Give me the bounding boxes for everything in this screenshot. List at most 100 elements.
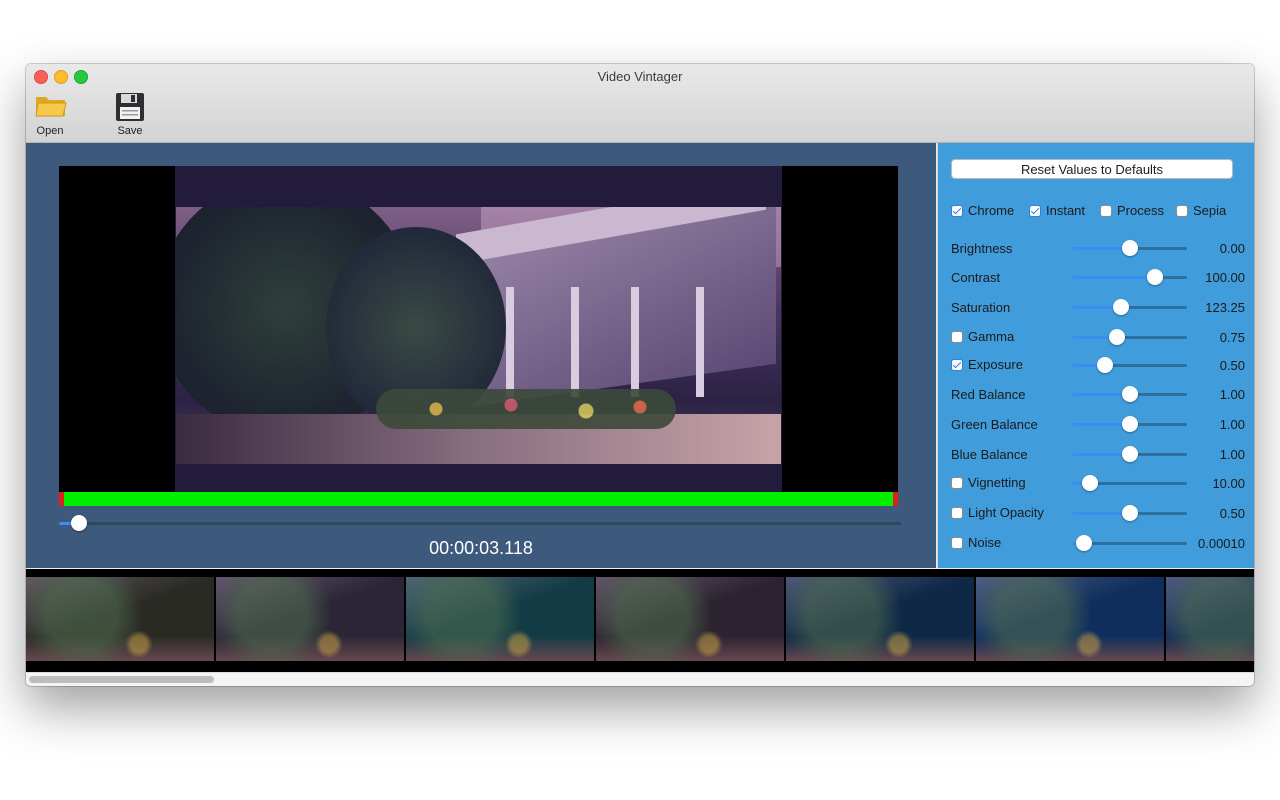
slider-thumb[interactable] <box>1112 299 1129 315</box>
thumbnail-image <box>596 577 784 661</box>
open-button[interactable]: Open <box>26 90 80 140</box>
preset-thumbnail[interactable] <box>26 571 214 671</box>
checkbox-box[interactable] <box>951 358 963 371</box>
light-opacity-label: Light Opacity <box>968 505 1044 520</box>
light-opacity-checkbox[interactable]: Light Opacity <box>951 505 1044 520</box>
noise-label: Noise <box>968 535 1002 550</box>
noise-slider[interactable] <box>1073 534 1187 552</box>
slider-thumb[interactable] <box>1109 329 1126 345</box>
contrast-slider[interactable] <box>1073 268 1187 286</box>
open-label: Open <box>36 125 64 137</box>
timecode-display: 00:00:03.118 <box>429 538 533 558</box>
thumbnail-image <box>786 577 974 661</box>
slider-thumb[interactable] <box>1122 446 1138 462</box>
red-balance-value: 1.00 <box>1219 387 1245 402</box>
preset-thumbnail[interactable] <box>216 571 404 671</box>
thumbnail-image <box>406 577 594 661</box>
blue-balance-label: Blue Balance <box>951 447 1028 462</box>
slider-thumb[interactable] <box>1082 475 1099 491</box>
vignetting-value: 10.00 <box>1212 476 1245 491</box>
vignetting-slider[interactable] <box>1073 474 1187 492</box>
checkbox-box[interactable] <box>951 476 963 489</box>
checkbox-box[interactable] <box>1029 204 1041 217</box>
save-button[interactable]: Save <box>100 90 160 140</box>
thumbnail-image <box>1166 577 1254 661</box>
gamma-slider[interactable] <box>1073 328 1187 346</box>
red-balance-slider[interactable] <box>1073 385 1187 403</box>
preset-filmstrip <box>26 569 1254 672</box>
checkbox-box[interactable] <box>1100 204 1112 217</box>
vignetting-checkbox[interactable]: Vignetting <box>951 475 1026 490</box>
thumbnail-image <box>26 577 214 661</box>
folder-icon <box>35 97 67 117</box>
trim-range-bar[interactable] <box>59 492 898 506</box>
trim-start-handle[interactable] <box>59 492 64 506</box>
slider-thumb[interactable] <box>1076 535 1093 551</box>
save-label: Save <box>117 125 143 137</box>
playback-scrubber[interactable] <box>59 515 901 533</box>
slider-thumb[interactable] <box>1147 269 1164 285</box>
slider-thumb[interactable] <box>1122 240 1138 256</box>
brightness-label: Brightness <box>951 241 1013 256</box>
checkbox-box[interactable] <box>951 330 963 343</box>
saturation-slider[interactable] <box>1073 298 1187 316</box>
trim-end-handle[interactable] <box>893 492 898 506</box>
slider-thumb[interactable] <box>1122 386 1138 402</box>
preset-checkbox-process[interactable]: Process <box>1100 203 1164 218</box>
preset-thumbnail[interactable] <box>406 571 594 671</box>
video-player[interactable] <box>59 166 898 492</box>
exposure-label: Exposure <box>968 357 1023 372</box>
preset-label: Process <box>1117 203 1164 218</box>
video-canvas <box>175 166 782 492</box>
exposure-value: 0.50 <box>1219 358 1245 373</box>
green-balance-slider[interactable] <box>1073 415 1187 433</box>
preset-thumbnail[interactable] <box>976 571 1164 671</box>
filmstrip-scrollbar[interactable] <box>26 672 1254 686</box>
scrollbar-thumb[interactable] <box>29 676 214 683</box>
reset-defaults-button[interactable]: Reset Values to Defaults <box>951 159 1233 179</box>
saturation-value: 123.25 <box>1205 300 1245 315</box>
light-opacity-value: 0.50 <box>1219 506 1245 521</box>
brightness-slider[interactable] <box>1073 239 1187 257</box>
contrast-value: 100.00 <box>1205 270 1245 285</box>
preset-label: Instant <box>1046 203 1086 218</box>
checkbox-box[interactable] <box>951 536 963 549</box>
scrubber-thumb[interactable] <box>71 515 88 531</box>
preset-checkbox-instant[interactable]: Instant <box>1029 203 1085 218</box>
saturation-label: Saturation <box>951 300 1011 315</box>
slider-thumb[interactable] <box>1096 357 1113 373</box>
preset-thumbnail[interactable] <box>596 571 784 671</box>
slider-thumb[interactable] <box>1122 505 1138 521</box>
green-balance-label: Green Balance <box>951 417 1038 432</box>
thumbnail-image <box>976 577 1164 661</box>
preset-label: Chrome <box>968 203 1015 218</box>
checkbox-box[interactable] <box>1176 204 1188 217</box>
preset-checkbox-sepia[interactable]: Sepia <box>1176 203 1226 218</box>
preset-thumbnail[interactable] <box>786 571 974 671</box>
preset-label: Sepia <box>1193 203 1227 218</box>
green-balance-value: 1.00 <box>1219 417 1245 432</box>
blue-balance-slider[interactable] <box>1073 445 1187 463</box>
thumbnail-image <box>216 577 404 661</box>
noise-checkbox[interactable]: Noise <box>951 535 1001 550</box>
video-preview-area: 00:00:03.118 <box>26 143 936 568</box>
floppy-disk-icon <box>116 93 144 121</box>
exposure-checkbox[interactable]: Exposure <box>951 357 1023 372</box>
noise-value: 0.00010 <box>1198 536 1245 551</box>
app-window: Video Vintager Open Save 00:00:03.118 Re… <box>26 64 1254 686</box>
red-balance-label: Red Balance <box>951 387 1026 402</box>
gamma-label: Gamma <box>968 329 1015 344</box>
preset-checkbox-chrome[interactable]: Chrome <box>951 203 1014 218</box>
checkbox-box[interactable] <box>951 506 963 519</box>
preset-thumbnail[interactable] <box>1166 571 1254 671</box>
light-opacity-slider[interactable] <box>1073 504 1187 522</box>
slider-fill <box>1073 276 1156 279</box>
slider-thumb[interactable] <box>1122 416 1138 432</box>
blue-balance-value: 1.00 <box>1219 447 1245 462</box>
window-title: Video Vintager <box>597 69 683 84</box>
exposure-slider[interactable] <box>1073 356 1187 374</box>
gamma-value: 0.75 <box>1219 330 1245 345</box>
checkbox-box[interactable] <box>951 204 963 217</box>
vignetting-label: Vignetting <box>968 475 1026 490</box>
gamma-checkbox[interactable]: Gamma <box>951 329 1014 344</box>
